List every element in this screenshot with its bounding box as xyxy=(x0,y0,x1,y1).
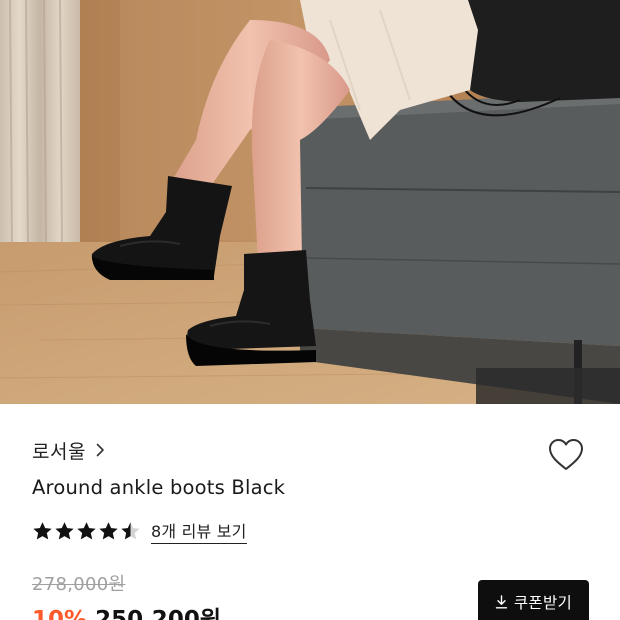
coupon-button[interactable]: 쿠폰받기 xyxy=(478,580,589,620)
brand-name[interactable]: 로서울 xyxy=(32,437,86,464)
star-rating xyxy=(32,521,141,541)
product-title: Around ankle boots Black xyxy=(32,476,286,499)
sale-price: 250,200원 xyxy=(95,607,221,620)
review-link[interactable]: 8개 리뷰 보기 xyxy=(151,518,247,544)
star-filled-icon xyxy=(55,522,74,540)
star-filled-icon xyxy=(33,522,52,540)
original-price: 278,000원 xyxy=(32,574,126,595)
download-icon xyxy=(495,595,508,609)
star-filled-icon xyxy=(99,522,118,540)
coupon-label: 쿠폰받기 xyxy=(513,594,573,612)
discount-rate: 10% xyxy=(32,607,88,620)
chevron-right-icon xyxy=(96,443,104,457)
star-half-icon xyxy=(121,522,140,540)
rating-row: 8개 리뷰 보기 xyxy=(32,518,247,544)
brand-link[interactable]: 로서울 xyxy=(32,436,105,464)
price-row: 10% 250,200원 xyxy=(32,600,221,620)
wishlist-button[interactable] xyxy=(546,436,586,474)
product-image[interactable] xyxy=(0,0,620,404)
star-filled-icon xyxy=(77,522,96,540)
heart-outline-icon xyxy=(549,439,583,470)
